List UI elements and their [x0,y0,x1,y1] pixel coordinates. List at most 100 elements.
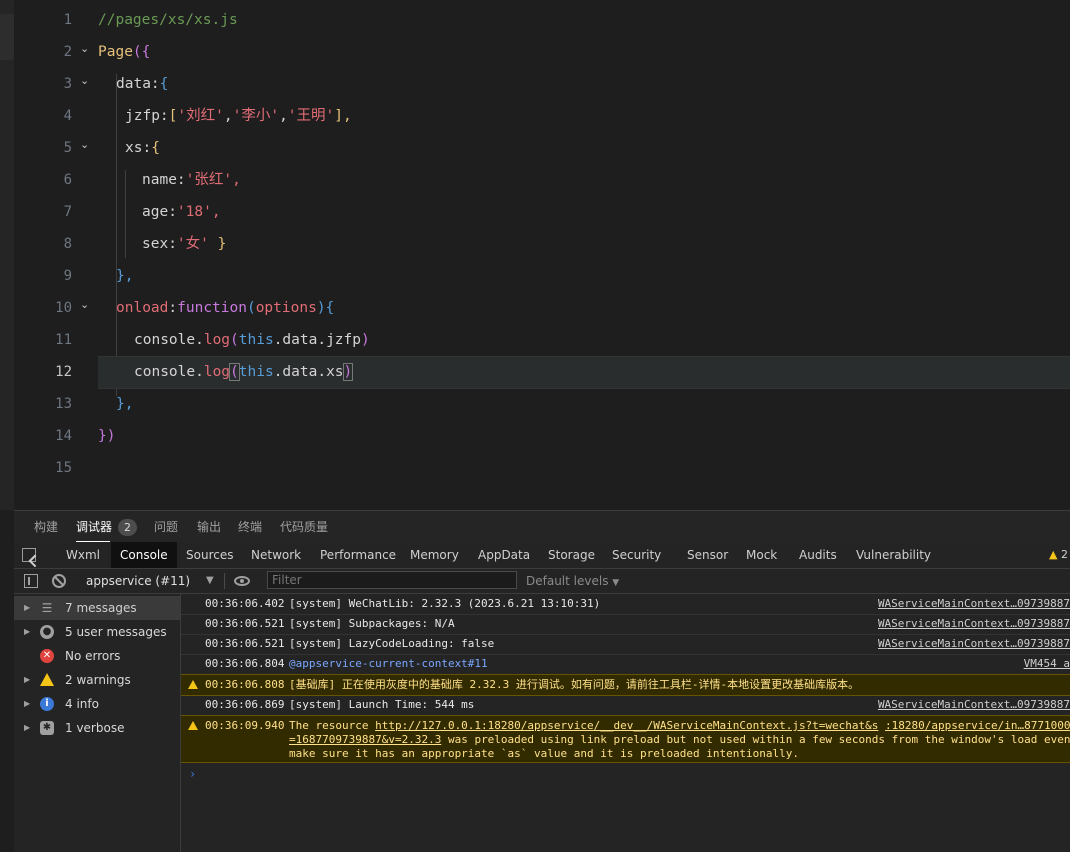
tab-appdata[interactable]: AppData [469,542,539,568]
bracket: }) [98,428,116,444]
tab-storage[interactable]: Storage [539,542,604,568]
code-line-6[interactable]: 6 name:'张红', [14,164,1070,196]
code-line-15[interactable]: 15 [14,452,1070,484]
sidebar-item-messages[interactable]: ▶ ☰ 7 messages [14,596,180,620]
source-link[interactable]: WAServiceMainContext…09739887 [878,634,1070,654]
tab-network[interactable]: Network [242,542,310,568]
log-message: The resource http://127.0.0.1:18280/apps… [289,719,1070,733]
expand-arrow-icon[interactable]: ▶ [24,620,30,644]
filter-input[interactable] [267,571,517,589]
console-prompt[interactable]: › [189,767,196,781]
message-text: The resource [289,719,376,732]
sidebar-item-errors[interactable]: ✕ No errors [14,644,180,668]
method-call: log [203,364,231,380]
code-line-12-current[interactable]: 12 console.log(this.data.xs) [14,356,1070,389]
property: sex: [142,236,177,252]
inspect-element-icon[interactable] [22,548,36,562]
code-line-9[interactable]: 9 }, [14,260,1070,292]
code-editor[interactable]: 1 //pages/xs/xs.js 2 ⌄ Page({ 3 ⌄ data:{… [0,0,1070,510]
log-message: =1687709739887&v=2.32.3 was preloaded us… [289,733,1070,747]
fold-chevron-icon[interactable]: ⌄ [80,43,90,54]
source-link[interactable]: WAServiceMainContext…09739887 [878,594,1070,614]
expand-arrow-icon[interactable]: ▶ [24,596,30,620]
source-link[interactable]: VM454 a [1024,654,1070,674]
log-levels-label: Default levels [526,574,609,588]
bracket: }, [116,268,134,284]
source-link[interactable]: WAServiceMainContext…09739887 [878,614,1070,634]
timestamp: 00:36:06.521 [205,617,285,630]
tab-performance[interactable]: Performance [311,542,405,568]
string: '王明' [287,108,335,124]
sidebar-toggle-icon[interactable] [24,574,38,588]
function-name: Page [98,44,133,60]
resource-link[interactable]: =1687709739887&v=2.32.3 [289,733,441,746]
tab-sensor[interactable]: Sensor [678,542,737,568]
sidebar-item-verbose[interactable]: ▶ ✱ 1 verbose [14,716,180,740]
tab-code-quality[interactable]: 代码质量 [280,511,328,543]
chevron-down-icon[interactable]: ▼ [206,569,214,593]
code-line-7[interactable]: 7 age:'18', [14,196,1070,228]
fold-chevron-icon[interactable]: ⌄ [80,139,90,150]
identifier: console. [134,364,204,380]
tab-vulnerability[interactable]: Vulnerability [847,542,940,568]
tab-wxml[interactable]: Wxml [57,542,109,568]
clear-console-icon[interactable] [52,574,66,588]
fold-chevron-icon[interactable]: ⌄ [80,299,90,310]
console-output[interactable]: 00:36:06.402 [system] WeChatLib: 2.32.3 … [181,594,1070,852]
tab-memory[interactable]: Memory [401,542,468,568]
line-number: 11 [55,332,72,348]
code-line-4[interactable]: 4 jzfp:['刘红','李小','王明'], [14,100,1070,132]
bracket: { [151,140,160,156]
code-line-14[interactable]: 14 }) [14,420,1070,452]
source-link[interactable]: WAServiceMainContext…09739887 [878,695,1070,715]
string: '李小' [232,108,280,124]
tab-terminal[interactable]: 终端 [238,511,262,543]
line-number: 7 [63,204,72,220]
info-icon: i [40,697,54,711]
log-levels-dropdown[interactable]: Default levels ▼ [526,569,619,593]
parameter: options [255,300,317,316]
sidebar-item-info[interactable]: ▶ i 4 info [14,692,180,716]
sidebar-item-warnings[interactable]: ▶ 2 warnings [14,668,180,692]
code-line-2[interactable]: 2 ⌄ Page({ [14,36,1070,68]
timestamp: 00:36:06.808 [205,678,285,691]
expand-arrow-icon[interactable]: ▶ [24,716,30,740]
code-line-11[interactable]: 11 console.log(this.data.jzfp) [14,324,1070,356]
code-line-1[interactable]: 1 //pages/xs/xs.js [14,4,1070,36]
warning-count-indicator[interactable]: ▲ 2 [1049,542,1070,568]
tab-issues[interactable]: 问题 [154,511,178,543]
tab-audits[interactable]: Audits [790,542,846,568]
context-selector[interactable]: appservice (#11) [86,569,190,593]
tab-console[interactable]: Console [111,542,177,568]
tab-debugger[interactable]: 调试器 2 [76,511,138,543]
resource-link[interactable]: http://127.0.0.1:18280/appservice/__dev_… [375,719,878,732]
keyword-this: this [238,364,274,380]
code-line-5[interactable]: 5 ⌄ xs:{ [14,132,1070,164]
timestamp: 00:36:09.940 [205,719,285,732]
bracket: ( [246,300,256,316]
string: '18', [176,204,221,220]
list-icon: ☰ [41,601,53,615]
context-link[interactable]: @appservice-current-context#11 [289,654,488,674]
code-line-8[interactable]: 8 sex:'女' } [14,228,1070,260]
tab-mock[interactable]: Mock [737,542,786,568]
property: xs: [125,140,152,156]
code-line-10[interactable]: 10 ⌄ onload:function(options){ [14,292,1070,324]
tab-output[interactable]: 输出 [197,511,221,543]
sidebar-item-user-messages[interactable]: ▶ ● 5 user messages [14,620,180,644]
expand-arrow-icon[interactable]: ▶ [24,692,30,716]
expand-arrow-icon[interactable]: ▶ [24,668,30,692]
member-access: .data.jzfp [273,332,362,348]
tab-sources[interactable]: Sources [177,542,242,568]
bracket: ({ [132,44,151,60]
code-line-13[interactable]: 13 }, [14,388,1070,420]
property: age: [142,204,177,220]
code-line-3[interactable]: 3 ⌄ data:{ [14,68,1070,100]
line-number: 13 [55,396,72,412]
warning-icon: ▲ [1049,548,1058,561]
tab-security[interactable]: Security [603,542,670,568]
fold-chevron-icon[interactable]: ⌄ [80,75,90,86]
live-expression-eye-icon[interactable] [234,576,250,586]
resource-link[interactable]: :18280/appservice/in…87710007 [885,719,1070,732]
tab-build[interactable]: 构建 [34,511,58,543]
